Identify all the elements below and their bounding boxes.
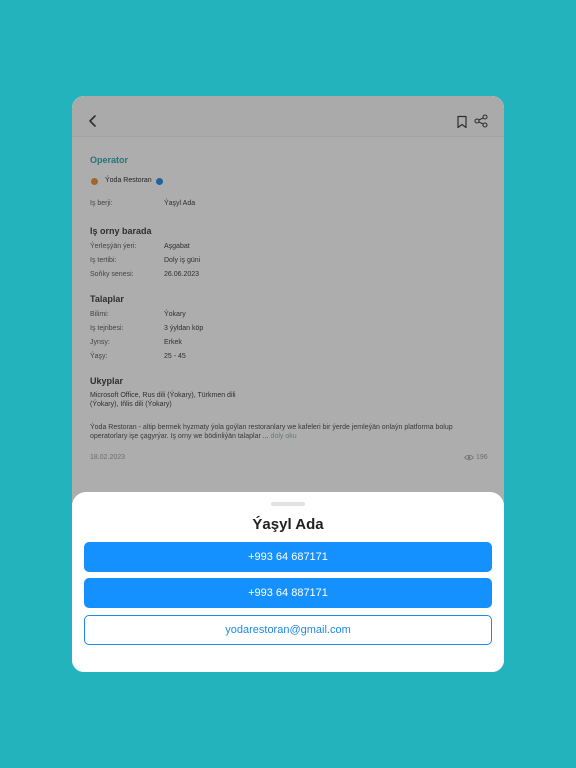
device-screen: Operator Ýoda Restoran Iş berji: Ýaşyl A…: [72, 96, 504, 672]
sheet-drag-handle[interactable]: [271, 502, 305, 506]
email-button[interactable]: yodarestoran@gmail.com: [84, 615, 492, 645]
contact-bottom-sheet: Ýaşyl Ada +993 64 687171 +993 64 887171 …: [72, 492, 504, 672]
call-phone-2-button[interactable]: +993 64 887171: [84, 578, 492, 608]
call-phone-1-button[interactable]: +993 64 687171: [84, 542, 492, 572]
sheet-title: Ýaşyl Ada: [252, 516, 324, 533]
